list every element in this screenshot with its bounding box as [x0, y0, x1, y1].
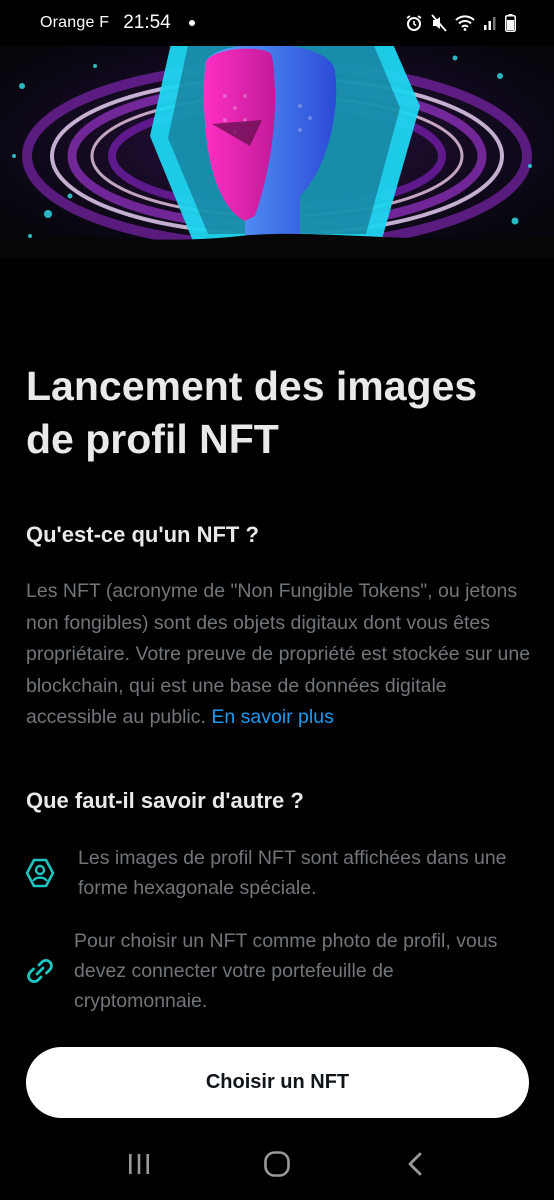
battery-icon	[505, 14, 516, 32]
notification-dot-icon	[188, 20, 195, 26]
status-bar-right	[405, 14, 516, 32]
choose-nft-button[interactable]: Choisir un NFT	[26, 1047, 529, 1118]
home-icon	[264, 1151, 290, 1177]
nft-description: Les NFT (acronyme de "Non Fungible Token…	[26, 576, 531, 734]
hexagon-profile-icon	[22, 855, 58, 891]
feature-text-wallet: Pour choisir un NFT comme photo de profi…	[74, 930, 498, 1012]
wifi-icon	[455, 15, 475, 31]
home-button[interactable]	[247, 1134, 307, 1194]
carrier-name: Orange F	[40, 14, 110, 31]
back-button[interactable]	[385, 1134, 445, 1194]
recent-apps-icon	[129, 1154, 149, 1174]
section-heading-what-is-nft: Qu'est-ce qu'un NFT ?	[26, 522, 259, 547]
status-bar-left: Orange F 21:54	[40, 12, 195, 34]
clock-time: 21:54	[123, 12, 171, 33]
feature-item-hexagon: Les images de profil NFT sont affichées …	[22, 843, 532, 903]
nft-hero-artwork	[0, 46, 554, 258]
feature-text-hexagon: Les images de profil NFT sont affichées …	[78, 847, 507, 899]
section-heading-what-else: Que faut-il savoir d'autre ?	[26, 788, 304, 813]
status-bar: Orange F 21:54	[0, 0, 554, 46]
back-icon	[408, 1152, 422, 1176]
alarm-icon	[406, 15, 422, 31]
recent-apps-button[interactable]	[109, 1134, 169, 1194]
page-title: Lancement des images de profil NFT	[26, 363, 478, 462]
link-icon	[22, 953, 58, 989]
signal-icon	[484, 17, 496, 30]
system-nav-bar	[0, 1128, 554, 1200]
learn-more-link[interactable]: En savoir plus	[211, 706, 333, 728]
feature-item-wallet: Pour choisir un NFT comme photo de profi…	[22, 926, 532, 1016]
mute-icon	[431, 14, 447, 32]
